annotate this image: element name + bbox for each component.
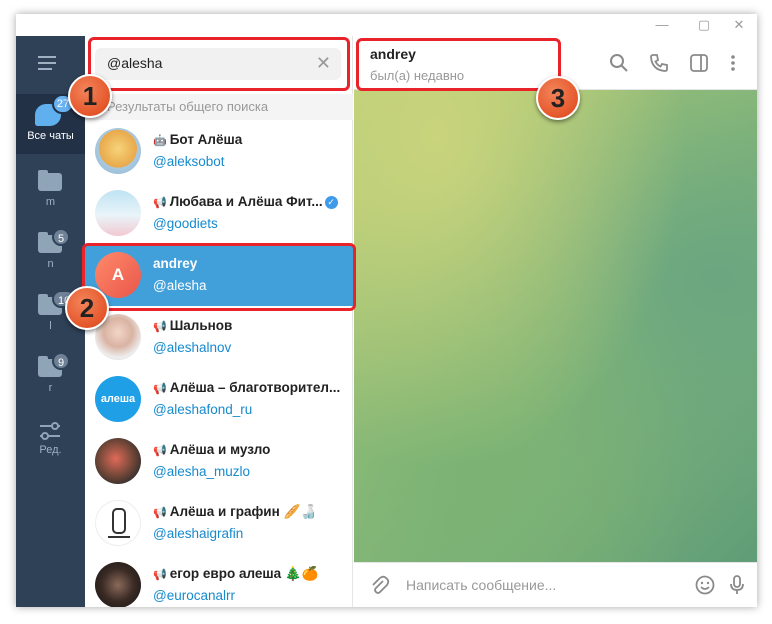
highlight-selected-result xyxy=(82,243,356,311)
folder-r[interactable]: 9 r xyxy=(16,346,85,406)
megaphone-icon: 📢 xyxy=(153,569,167,581)
menu-icon xyxy=(38,56,60,72)
step-marker-2: 2 xyxy=(65,286,109,330)
avatar xyxy=(95,500,141,546)
attach-icon[interactable] xyxy=(368,574,390,596)
edit-folders-button[interactable]: Ред. xyxy=(16,408,85,468)
chat-background xyxy=(354,90,757,562)
message-composer[interactable]: Написать сообщение... xyxy=(354,562,757,607)
result-username: @alesha_muzlo xyxy=(153,464,251,479)
avatar xyxy=(95,128,141,174)
phone-icon[interactable] xyxy=(648,52,670,74)
emoji-icon[interactable] xyxy=(694,574,716,596)
result-name: егор евро алеша 🎄🍊 xyxy=(169,566,319,581)
folder-m[interactable]: m xyxy=(16,160,85,220)
unread-badge: 5 xyxy=(52,228,71,246)
search-results-panel: @alesha ✕ Результаты общего поиска 🤖 Бот … xyxy=(85,36,353,607)
result-name: Алёша и музло xyxy=(169,442,271,457)
result-username: @aleshaigrafin xyxy=(153,526,244,541)
folder-label: r xyxy=(48,382,53,394)
search-result[interactable]: 📢 егор евро алеша 🎄🍊 @eurocanalrr xyxy=(85,554,353,607)
result-username: @aleshalnov xyxy=(153,340,232,355)
avatar xyxy=(95,438,141,484)
search-result[interactable]: 🤖 Бот Алёша @aleksobot xyxy=(85,120,353,182)
unread-badge: 9 xyxy=(52,352,71,370)
result-name: Любава и Алёша Фит... xyxy=(169,194,323,209)
result-username: @aleshafond_ru xyxy=(153,402,253,417)
megaphone-icon: 📢 xyxy=(153,445,167,457)
avatar: алеша xyxy=(95,376,141,422)
step-marker-1: 1 xyxy=(68,74,112,118)
avatar-text: алеша xyxy=(100,393,136,405)
megaphone-icon: 📢 xyxy=(153,197,167,209)
result-username: @aleksobot xyxy=(153,154,225,169)
microphone-icon[interactable] xyxy=(726,574,748,596)
search-result[interactable]: 📢 Алёша и музло @alesha_muzlo xyxy=(85,430,353,492)
megaphone-icon: 📢 xyxy=(153,507,167,519)
search-icon[interactable] xyxy=(608,52,630,74)
search-result[interactable]: алеша 📢 Алёша – благотворител... @aleshaf… xyxy=(85,368,353,430)
folder-icon xyxy=(38,170,62,191)
title-bar: — ▢ ✕ xyxy=(16,14,757,36)
folder-label: m xyxy=(45,196,56,208)
result-username: @goodiets xyxy=(153,216,218,231)
folder-label: Ред. xyxy=(39,444,62,456)
telegram-window: — ▢ ✕ 27 Все чаты m 5 n 10 l 9 r Ред. @a… xyxy=(16,14,757,607)
megaphone-icon: 📢 xyxy=(153,321,167,333)
sidebar-toggle-icon[interactable] xyxy=(688,52,710,74)
verified-icon: ✓ xyxy=(324,196,338,209)
more-icon[interactable] xyxy=(722,52,744,74)
result-name: Алёша – благотворител... xyxy=(169,380,341,395)
search-result[interactable]: 📢 Любава и Алёша Фит... ✓ @goodiets xyxy=(85,182,353,244)
result-name: Шальнов xyxy=(169,318,233,333)
avatar xyxy=(95,562,141,607)
graphin-logo-icon xyxy=(108,508,130,538)
avatar xyxy=(95,190,141,236)
close-icon[interactable]: ✕ xyxy=(723,14,755,36)
maximize-icon[interactable]: ▢ xyxy=(688,14,720,36)
megaphone-icon: 📢 xyxy=(153,383,167,395)
result-name: Бот Алёша xyxy=(169,132,243,147)
bot-icon: 🤖 xyxy=(153,135,167,147)
search-result[interactable]: 📢 Шальнов @aleshalnov xyxy=(85,306,353,368)
sliders-icon xyxy=(40,422,60,440)
message-input[interactable]: Написать сообщение... xyxy=(406,577,556,593)
folder-label: Все чаты xyxy=(27,130,74,142)
folder-n[interactable]: 5 n xyxy=(16,222,85,282)
search-result[interactable]: 📢 Алёша и графин 🥖🍶 @aleshaigrafin xyxy=(85,492,353,554)
folder-label: n xyxy=(47,258,54,270)
result-name: Алёша и графин 🥖🍶 xyxy=(169,504,318,519)
result-username: @eurocanalrr xyxy=(153,588,235,603)
step-marker-3: 3 xyxy=(536,76,580,120)
highlight-chat-header xyxy=(356,38,561,91)
minimize-icon[interactable]: — xyxy=(646,14,678,36)
global-search-header: Результаты общего поиска xyxy=(85,94,353,120)
highlight-search-box xyxy=(88,37,350,91)
